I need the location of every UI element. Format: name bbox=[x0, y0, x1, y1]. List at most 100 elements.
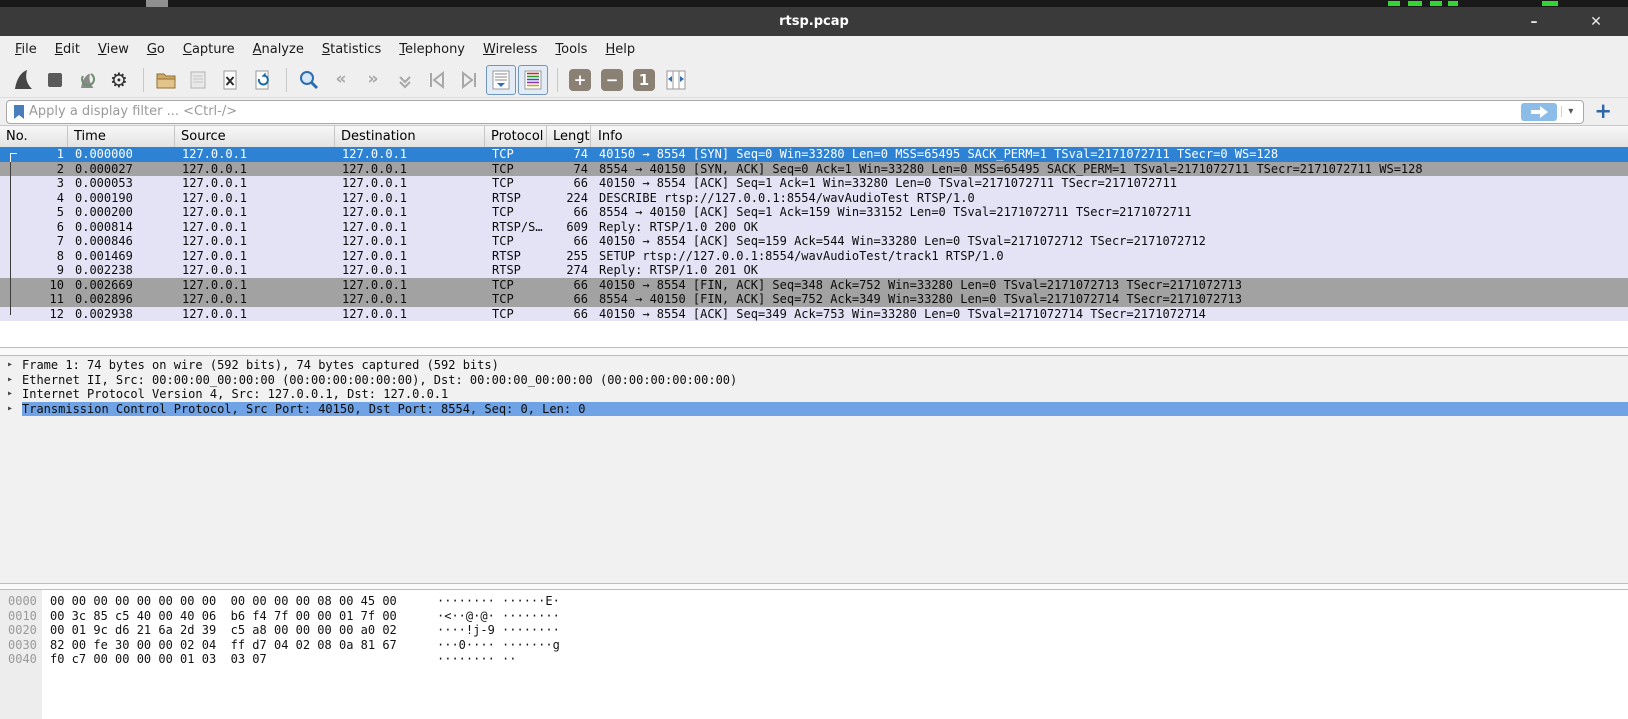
menu-item-statistics[interactable]: Statistics bbox=[313, 39, 390, 60]
expand-arrow-icon[interactable]: ▸ bbox=[7, 402, 13, 417]
packet-row-5[interactable]: 50.000200127.0.0.1127.0.0.1TCP668554 → 4… bbox=[0, 205, 1628, 220]
hex-bytes[interactable]: 00 00 00 00 00 00 00 00 00 00 00 00 08 0… bbox=[42, 594, 437, 609]
conversation-bracket bbox=[10, 249, 17, 264]
hex-ascii[interactable]: ········ ·· bbox=[437, 652, 516, 667]
menu-item-go[interactable]: Go bbox=[138, 39, 174, 60]
resize-columns-icon[interactable] bbox=[661, 65, 691, 95]
hex-ascii[interactable]: ········ ······E· bbox=[437, 594, 560, 609]
packet-row-1[interactable]: 10.000000127.0.0.1127.0.0.1TCP7440150 → … bbox=[0, 147, 1628, 162]
packet-row-12[interactable]: 120.002938127.0.0.1127.0.0.1TCP6640150 →… bbox=[0, 307, 1628, 322]
column-header-info[interactable]: Info bbox=[591, 126, 1628, 147]
go-back-icon[interactable]: « bbox=[326, 65, 356, 95]
packet-row-7[interactable]: 70.000846127.0.0.1127.0.0.1TCP6640150 → … bbox=[0, 234, 1628, 249]
packet-source: 127.0.0.1 bbox=[175, 205, 335, 220]
detail-row-1[interactable]: ▸ Ethernet II, Src: 00:00:00_00:00:00 (00… bbox=[0, 373, 1628, 388]
menu-item-analyze[interactable]: Analyze bbox=[244, 39, 313, 60]
first-packet-icon[interactable] bbox=[422, 65, 452, 95]
minimize-icon[interactable]: – bbox=[1512, 7, 1556, 36]
close-icon[interactable]: ✕ bbox=[1574, 7, 1618, 36]
reload-file-icon[interactable] bbox=[247, 65, 277, 95]
hex-ascii[interactable]: ···0···· ·······g bbox=[437, 638, 560, 653]
close-file-icon[interactable] bbox=[215, 65, 245, 95]
packet-length: 66 bbox=[547, 205, 591, 220]
hex-ascii[interactable]: ·<··@·@· ········ bbox=[437, 609, 560, 624]
stop-capture-icon[interactable] bbox=[40, 65, 70, 95]
column-header-no[interactable]: No. bbox=[0, 126, 68, 147]
packet-info: 8554 → 40150 [SYN, ACK] Seq=0 Ack=1 Win=… bbox=[591, 162, 1628, 177]
expand-arrow-icon[interactable]: ▸ bbox=[7, 373, 13, 388]
menu-item-file[interactable]: File bbox=[6, 39, 46, 60]
menu-item-view[interactable]: View bbox=[89, 39, 138, 60]
packet-row-3[interactable]: 30.000053127.0.0.1127.0.0.1TCP6640150 → … bbox=[0, 176, 1628, 191]
column-header-source[interactable]: Source bbox=[175, 126, 335, 147]
packet-destination: 127.0.0.1 bbox=[335, 147, 485, 162]
menu-item-wireless[interactable]: Wireless bbox=[474, 39, 546, 60]
add-filter-button-icon[interactable]: + bbox=[1584, 101, 1622, 122]
hex-ascii[interactable]: ····!j-9 ········ bbox=[437, 623, 560, 638]
packet-destination: 127.0.0.1 bbox=[335, 249, 485, 264]
expand-arrow-icon[interactable]: ▸ bbox=[7, 358, 13, 373]
apply-filter-icon[interactable] bbox=[1521, 103, 1557, 121]
zoom-in-icon[interactable]: + bbox=[565, 65, 595, 95]
packet-protocol: TCP bbox=[485, 307, 547, 322]
open-file-icon[interactable] bbox=[151, 65, 181, 95]
detail-row-0[interactable]: ▸Frame 1: 74 bytes on wire (592 bits), 7… bbox=[0, 358, 1628, 373]
menu-item-help[interactable]: Help bbox=[596, 39, 644, 60]
expand-arrow-icon[interactable]: ▸ bbox=[7, 387, 13, 402]
start-capture-icon[interactable] bbox=[8, 65, 38, 95]
packet-row-11[interactable]: 110.002896127.0.0.1127.0.0.1TCP668554 → … bbox=[0, 292, 1628, 307]
hex-row-0020[interactable]: 002000 01 9c d6 21 6a 2d 39 c5 a8 00 00 … bbox=[0, 623, 1628, 638]
menu-item-tools[interactable]: Tools bbox=[546, 39, 596, 60]
packet-row-8[interactable]: 80.001469127.0.0.1127.0.0.1RTSP255SETUP … bbox=[0, 249, 1628, 264]
packet-no: 5 bbox=[0, 205, 68, 220]
filter-history-caret-icon[interactable]: ▾ bbox=[1561, 106, 1579, 117]
detail-row-3[interactable]: ▸Transmission Control Protocol, Src Port… bbox=[0, 402, 1628, 417]
restart-capture-icon[interactable] bbox=[72, 65, 102, 95]
hex-bytes[interactable]: 00 01 9c d6 21 6a 2d 39 c5 a8 00 00 00 0… bbox=[42, 623, 437, 638]
capture-options-icon[interactable]: ⚙ bbox=[104, 65, 134, 95]
zoom-out-icon[interactable]: − bbox=[597, 65, 627, 95]
menu-item-capture[interactable]: Capture bbox=[174, 39, 244, 60]
pane-splitter-bottom[interactable] bbox=[0, 583, 1628, 590]
column-header-time[interactable]: Time bbox=[68, 126, 175, 147]
packet-row-6[interactable]: 60.000814127.0.0.1127.0.0.1RTSP/S…609Rep… bbox=[0, 220, 1628, 235]
find-packet-icon[interactable] bbox=[294, 65, 324, 95]
packet-row-10[interactable]: 100.002669127.0.0.1127.0.0.1TCP6640150 →… bbox=[0, 278, 1628, 293]
go-forward-icon[interactable]: » bbox=[358, 65, 388, 95]
hex-row-0040[interactable]: 0040f0 c7 00 00 00 00 01 03 03 07·······… bbox=[0, 652, 1628, 667]
hex-bytes[interactable]: 82 00 fe 30 00 00 02 04 ff d7 04 02 08 0… bbox=[42, 638, 437, 653]
menu-item-telephony[interactable]: Telephony bbox=[390, 39, 474, 60]
display-filter-field[interactable]: ▾ bbox=[6, 100, 1584, 124]
packet-destination: 127.0.0.1 bbox=[335, 162, 485, 177]
last-packet-icon[interactable] bbox=[454, 65, 484, 95]
packet-bytes-pane: 000000 00 00 00 00 00 00 00 00 00 00 00 … bbox=[0, 590, 1628, 719]
display-filter-input[interactable] bbox=[27, 103, 1521, 120]
packet-row-9[interactable]: 90.002238127.0.0.1127.0.0.1RTSP274Reply:… bbox=[0, 263, 1628, 278]
packet-row-4[interactable]: 40.000190127.0.0.1127.0.0.1RTSP224DESCRI… bbox=[0, 191, 1628, 206]
detail-text: Ethernet II, Src: 00:00:00_00:00:00 (00:… bbox=[22, 373, 1628, 388]
hex-row-0030[interactable]: 003082 00 fe 30 00 00 02 04 ff d7 04 02 … bbox=[0, 638, 1628, 653]
colorize-packets-icon[interactable] bbox=[518, 65, 548, 95]
packet-row-2[interactable]: 20.000027127.0.0.1127.0.0.1TCP748554 → 4… bbox=[0, 162, 1628, 177]
menu-item-edit[interactable]: Edit bbox=[46, 39, 89, 60]
bookmark-icon[interactable] bbox=[11, 104, 27, 120]
normal-size-icon[interactable]: 1 bbox=[629, 65, 659, 95]
hex-row-0010[interactable]: 001000 3c 85 c5 40 00 40 06 b6 f4 7f 00 … bbox=[0, 609, 1628, 624]
conversation-bracket bbox=[10, 234, 17, 249]
save-file-icon[interactable] bbox=[183, 65, 213, 95]
hex-row-0000[interactable]: 000000 00 00 00 00 00 00 00 00 00 00 00 … bbox=[0, 594, 1628, 609]
pane-splitter-top[interactable] bbox=[0, 347, 1628, 356]
packet-time: 0.002669 bbox=[68, 278, 175, 293]
column-header-protocol[interactable]: Protocol bbox=[485, 126, 547, 147]
main-toolbar: ⚙ «» +−1 bbox=[0, 62, 1628, 98]
packet-no: 2 bbox=[0, 162, 68, 177]
auto-scroll-icon[interactable] bbox=[486, 65, 516, 95]
packet-protocol: RTSP bbox=[485, 263, 547, 278]
go-to-packet-icon[interactable] bbox=[390, 65, 420, 95]
column-header-length[interactable]: Length bbox=[547, 126, 591, 147]
hex-bytes[interactable]: f0 c7 00 00 00 00 01 03 03 07 bbox=[42, 652, 437, 667]
detail-row-2[interactable]: ▸Internet Protocol Version 4, Src: 127.0… bbox=[0, 387, 1628, 402]
packet-info: SETUP rtsp://127.0.0.1:8554/wavAudioTest… bbox=[591, 249, 1628, 264]
column-header-destination[interactable]: Destination bbox=[335, 126, 485, 147]
hex-bytes[interactable]: 00 3c 85 c5 40 00 40 06 b6 f4 7f 00 00 0… bbox=[42, 609, 437, 624]
